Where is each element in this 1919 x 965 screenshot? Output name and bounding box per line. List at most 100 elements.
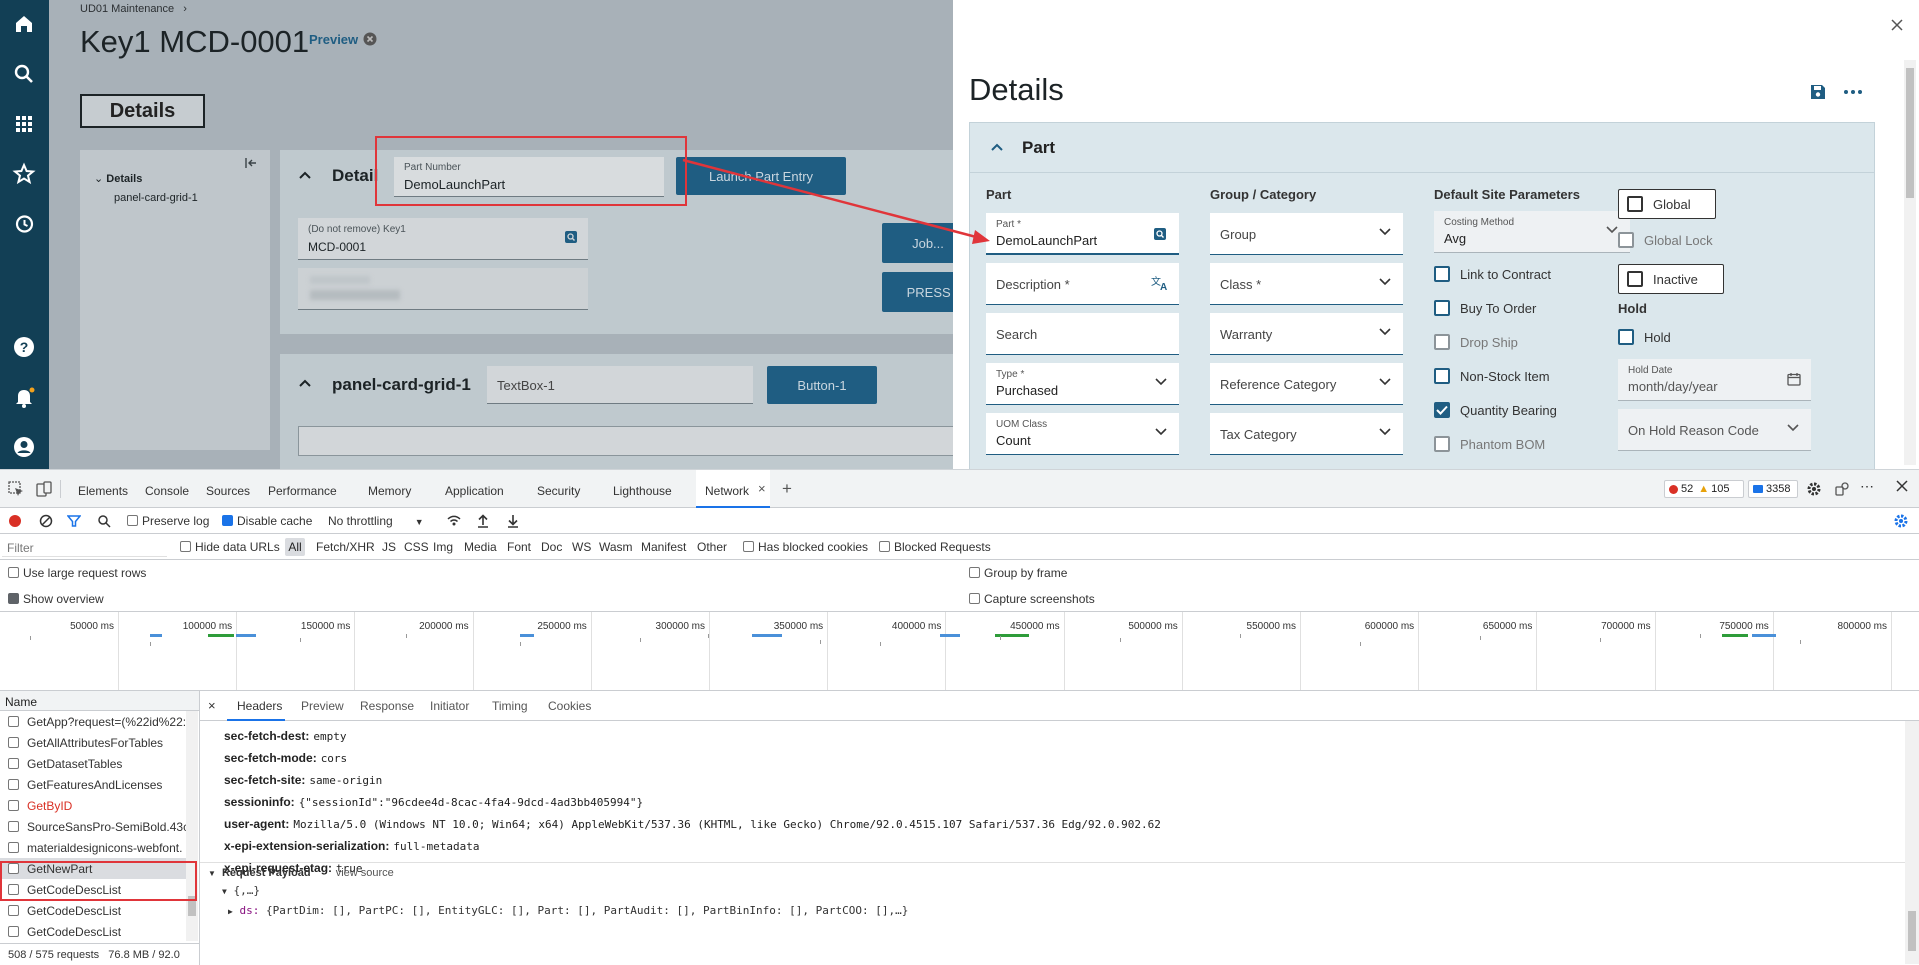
messages-counter[interactable]: 3358: [1748, 480, 1798, 498]
timeline-tick-label: 250000 ms: [537, 621, 587, 632]
checkbox-box[interactable]: [127, 515, 138, 526]
request-row[interactable]: SourceSansPro-SemiBold.43c: [0, 816, 186, 837]
filter-type-doc[interactable]: Doc: [541, 540, 562, 554]
timeline-tick: [1800, 640, 1801, 644]
view-source-link[interactable]: view source: [336, 867, 394, 879]
request-list-header[interactable]: Name: [0, 691, 199, 711]
checkbox-box[interactable]: [8, 737, 19, 748]
devtools-panel: Elements Console Sources Performance Mem…: [0, 469, 1919, 965]
issues-counter[interactable]: 52 ▲ 105: [1664, 480, 1744, 498]
request-row[interactable]: GetAllAttributesForTables: [0, 732, 186, 753]
capture-screenshots-checkbox[interactable]: Capture screenshots: [969, 592, 1095, 606]
tab-security[interactable]: Security: [537, 484, 580, 498]
device-toolbar-icon[interactable]: [36, 481, 52, 497]
filter-type-other[interactable]: Other: [697, 540, 727, 554]
disable-cache-checkbox[interactable]: Disable cache: [222, 514, 312, 528]
network-settings-gear-icon[interactable]: [1893, 513, 1909, 529]
request-row[interactable]: GetDatasetTables: [0, 753, 186, 774]
network-conditions-icon[interactable]: [446, 513, 462, 529]
close-devtools-icon[interactable]: [1896, 480, 1908, 492]
timeline-gridline: [1300, 612, 1301, 690]
checkbox-box[interactable]: [8, 716, 19, 727]
network-filter-row: Filter Hide data URLs All Fetch/XHR JS C…: [0, 534, 1919, 560]
close-tab-icon[interactable]: ×: [758, 481, 766, 496]
tab-elements[interactable]: Elements: [78, 484, 128, 498]
checkbox-box[interactable]: [879, 541, 890, 552]
remote-devices-icon[interactable]: [1834, 481, 1850, 497]
filter-input[interactable]: Filter: [2, 537, 167, 557]
checkbox-box[interactable]: [969, 593, 980, 604]
filter-type-fetch-xhr[interactable]: Fetch/XHR: [316, 540, 375, 554]
checkbox-box[interactable]: [743, 541, 754, 552]
request-row[interactable]: GetCodeDescList: [0, 921, 186, 941]
timeline-gridline: [1772, 612, 1774, 690]
error-count: 52: [1681, 483, 1694, 495]
checkbox-box[interactable]: [969, 567, 980, 578]
tab-network-active[interactable]: Network ×: [696, 470, 770, 508]
filter-type-js[interactable]: JS: [382, 540, 396, 554]
checkbox-label: Hide data URLs: [195, 540, 280, 554]
clear-icon[interactable]: [39, 514, 53, 528]
checkbox-box[interactable]: [8, 821, 19, 832]
request-row[interactable]: GetFeaturesAndLicenses: [0, 774, 186, 795]
request-payload-section[interactable]: ▼ Request Payload view source: [208, 867, 394, 879]
more-options-icon[interactable]: ⋯: [1860, 478, 1875, 495]
header-value: empty: [313, 730, 347, 743]
details-scrollbar[interactable]: [1905, 721, 1919, 964]
request-row[interactable]: GetCodeDescList: [0, 900, 186, 921]
checkbox-box[interactable]: [8, 842, 19, 853]
triangle-right-icon: ▶: [228, 907, 233, 916]
payload-ds-key: ds:: [239, 904, 260, 917]
filter-type-manifest[interactable]: Manifest: [641, 540, 686, 554]
add-tab-icon[interactable]: +: [782, 479, 792, 499]
filter-type-ws[interactable]: WS: [572, 540, 591, 554]
request-row[interactable]: materialdesignicons-webfont.: [0, 837, 186, 858]
large-request-rows-checkbox[interactable]: Use large request rows: [8, 566, 146, 580]
inspect-element-icon[interactable]: [8, 481, 24, 497]
filter-type-font[interactable]: Font: [507, 540, 531, 554]
checkbox-box[interactable]: [180, 541, 191, 552]
header-key: sec-fetch-dest:: [224, 729, 310, 743]
checkbox-box-checked[interactable]: [8, 593, 19, 604]
export-har-icon[interactable]: [506, 513, 520, 529]
checkbox-box-checked[interactable]: [222, 515, 233, 526]
request-list-scrollbar[interactable]: [186, 711, 198, 941]
scrollbar-thumb[interactable]: [1908, 911, 1916, 951]
tab-performance[interactable]: Performance: [268, 484, 337, 498]
tab-sources[interactable]: Sources: [206, 484, 250, 498]
filter-type-media[interactable]: Media: [464, 540, 497, 554]
request-row[interactable]: GetByID: [0, 795, 186, 816]
network-overview-timeline[interactable]: 50000 ms 100000 ms 150000 ms 200000 ms 25000…: [0, 612, 1919, 691]
header-line: user-agent: Mozilla/5.0 (Windows NT 10.0;…: [224, 817, 1161, 831]
payload-root[interactable]: ▼ {,…}: [222, 884, 260, 897]
blocked-requests-checkbox[interactable]: Blocked Requests: [879, 540, 991, 554]
show-overview-checkbox[interactable]: Show overview: [8, 592, 104, 606]
checkbox-box[interactable]: [8, 800, 19, 811]
throttling-select[interactable]: No throttling ▼: [328, 514, 424, 528]
checkbox-box[interactable]: [8, 926, 19, 937]
filter-type-img[interactable]: Img: [433, 540, 453, 554]
tab-memory[interactable]: Memory: [368, 484, 411, 498]
filter-funnel-icon[interactable]: [67, 514, 81, 528]
filter-type-wasm[interactable]: Wasm: [599, 540, 633, 554]
checkbox-box[interactable]: [8, 905, 19, 916]
payload-ds[interactable]: ▶ ds: {PartDim: [], PartPC: [], EntityGL…: [228, 904, 908, 917]
checkbox-box[interactable]: [8, 567, 19, 578]
checkbox-box[interactable]: [8, 779, 19, 790]
filter-type-all[interactable]: All: [285, 538, 305, 556]
has-blocked-cookies-checkbox[interactable]: Has blocked cookies: [743, 540, 868, 554]
tab-application[interactable]: Application: [445, 484, 504, 498]
group-by-frame-checkbox[interactable]: Group by frame: [969, 566, 1067, 580]
tab-lighthouse[interactable]: Lighthouse: [613, 484, 672, 498]
preserve-log-checkbox[interactable]: Preserve log: [127, 514, 209, 528]
checkbox-box[interactable]: [8, 758, 19, 769]
timeline-activity-bar: [150, 634, 162, 637]
settings-gear-icon[interactable]: [1806, 481, 1822, 497]
import-har-icon[interactable]: [476, 513, 490, 529]
filter-type-css[interactable]: CSS: [404, 540, 429, 554]
hide-data-urls-checkbox[interactable]: Hide data URLs: [180, 540, 280, 554]
search-icon[interactable]: [97, 514, 111, 528]
request-row[interactable]: GetApp?request=(%22id%22:: [0, 711, 186, 732]
tab-console[interactable]: Console: [145, 484, 189, 498]
record-icon[interactable]: [9, 515, 21, 527]
